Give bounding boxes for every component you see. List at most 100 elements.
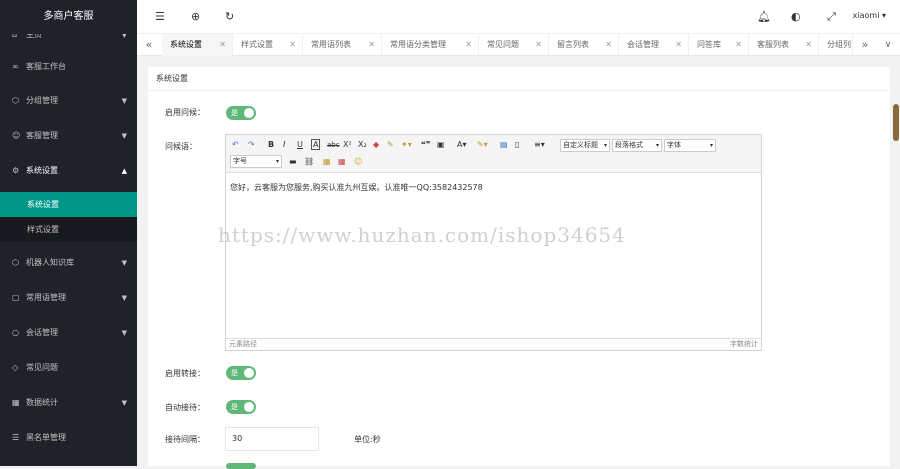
emoji-icon[interactable]: ☺ <box>354 156 362 168</box>
highlight-icon[interactable]: ✎▾ <box>477 139 488 151</box>
format-brush-icon[interactable]: ✎ <box>387 139 394 151</box>
chart-icon: ▦ <box>12 398 20 407</box>
font-color-icon[interactable]: A▾ <box>457 139 467 151</box>
sidebar-sub-style-settings[interactable]: 样式设置 <box>0 217 137 242</box>
sidebar-item-phrases[interactable]: ▢ 常用语管理 ▼ <box>0 281 137 315</box>
tab-system-settings[interactable]: 系统设置 ✕ <box>162 34 233 56</box>
multi-image-icon[interactable]: ▦ <box>338 156 346 168</box>
close-icon[interactable]: ✕ <box>605 34 612 56</box>
tab-messages[interactable]: 留言列表 ✕ <box>549 34 619 56</box>
scrollbar-thumb[interactable] <box>893 104 899 141</box>
greeting-enable-label: 启用问候： <box>165 108 205 117</box>
border-icon[interactable]: A <box>311 139 321 150</box>
tab-faq[interactable]: 常见问题 ✕ <box>479 34 549 56</box>
select-all-icon[interactable]: ▤ <box>500 139 508 151</box>
box-icon: ⬡ <box>12 258 19 267</box>
tab-qa[interactable]: 问答库 ✕ <box>689 34 749 56</box>
chevron-down-icon: ▾ <box>603 142 607 149</box>
close-icon[interactable]: ✕ <box>805 34 812 56</box>
interval-input[interactable]: 30 <box>225 427 319 451</box>
tab-phrase-list[interactable]: 常用语列表 ✕ <box>303 34 382 56</box>
sidebar: 多商户客服 ⌂主页▼ 多商户客服 ∞客服工作台 ⬡分组管理▼ ☺客服管理▼ ⚙系… <box>0 0 137 466</box>
superscript-icon[interactable]: X² <box>343 139 352 151</box>
chevron-down-icon: ▼ <box>121 329 127 337</box>
close-icon[interactable]: ✕ <box>535 34 542 56</box>
shield-icon: ◇ <box>12 363 19 372</box>
globe-icon[interactable]: ⊕ <box>191 10 200 23</box>
tabs-bar: « 系统设置 ✕ 样式设置 ✕ 常用语列表 ✕ 常用语分类管理 ✕ 常见问题 ✕ 留言列表… <box>137 34 900 56</box>
fullscreen-icon[interactable]: ⤢ <box>827 10 836 24</box>
close-icon[interactable]: ✕ <box>289 34 296 56</box>
bell-icon[interactable]: 🔔︎ <box>757 10 771 23</box>
chevron-down-icon: ▼ <box>121 259 127 267</box>
strikethrough-icon[interactable]: abc <box>327 139 340 151</box>
chevron-down-icon: ▾ <box>655 142 659 149</box>
font-select[interactable]: 字体 ▾ <box>664 139 716 152</box>
paragraph-select[interactable]: 段落格式 ▾ <box>612 139 662 152</box>
watermark: https://www.huzhan.com/ishop34654 <box>218 223 626 247</box>
image-icon[interactable]: ▦ <box>323 156 331 168</box>
tab-phrase-category[interactable]: 常用语分类管理 ✕ <box>382 34 479 56</box>
editor-content[interactable]: 您好，云客服为您服务,购买认准九州互娱。认准唯一QQ:3582432578 <box>230 182 483 193</box>
interval-unit: 单位:秒 <box>354 435 381 444</box>
editor-footer: 元素路径 字数统计 <box>226 338 761 350</box>
gear-icon: ⚙ <box>12 166 20 175</box>
user-menu[interactable]: xiaomi ▾ <box>853 11 886 20</box>
close-icon[interactable]: ✕ <box>219 34 226 56</box>
sidebar-item-faq[interactable]: ◇ 常见问题 <box>0 351 137 385</box>
redo-icon[interactable]: ↷ <box>248 139 255 151</box>
menu-collapse-icon[interactable]: ☰ <box>155 10 165 23</box>
tabs-next-icon[interactable]: » <box>853 34 877 56</box>
transfer-switch[interactable]: 是 <box>226 366 256 380</box>
horizontal-rule-icon[interactable]: ▬ <box>289 156 297 168</box>
doc-icon: ▢ <box>12 293 20 302</box>
undo-icon[interactable]: ↶ <box>232 139 239 151</box>
tab-agent-list[interactable]: 客服列表 ✕ <box>749 34 819 56</box>
sidebar-item-workbench[interactable]: ∞ 客服工作台 <box>0 50 137 84</box>
transfer-label: 启用转接： <box>165 369 205 378</box>
tab-group-list[interactable]: 分组列 <box>819 34 853 56</box>
chevron-down-icon: ▼ <box>121 399 127 407</box>
editor-toolbar: ↶ ↷ B I U A abc X² X₂ ◆ ✎ ✦▾ ❝❞ ▣ A▾ ✎▾ … <box>226 135 761 173</box>
sidebar-item-robot[interactable]: ⬡ 机器人知识库 ▼ <box>0 246 137 280</box>
font-size-select[interactable]: 字号 ▾ <box>230 155 282 168</box>
tabs-prev-icon[interactable]: « <box>137 34 161 56</box>
close-icon[interactable]: ✕ <box>368 34 375 56</box>
quote-icon[interactable]: ❝❞ <box>421 139 430 151</box>
tabs-menu-icon[interactable]: ∨ <box>876 34 900 56</box>
link-icon[interactable]: ⛓ <box>304 156 314 168</box>
sidebar-sub-system-settings[interactable]: 系统设置 <box>0 192 137 217</box>
clear-doc-icon[interactable]: ▯ <box>515 139 519 151</box>
eraser-icon[interactable]: ◆ <box>373 139 379 151</box>
app-brand-overlay: 多商户客服 <box>0 0 137 34</box>
paste-icon[interactable]: ▣ <box>437 139 445 151</box>
auto-accept-switch[interactable]: 是 <box>226 400 256 414</box>
bold-icon[interactable]: B <box>268 139 274 151</box>
theme-icon[interactable]: ◐ <box>791 10 801 23</box>
sidebar-item-stats[interactable]: ▦ 数据统计 ▼ <box>0 386 137 420</box>
panel-title: 系统设置 <box>148 67 890 91</box>
close-icon[interactable]: ✕ <box>465 34 472 56</box>
word-count: 字数统计 <box>730 340 758 348</box>
sidebar-item-groups[interactable]: ⬡ 分组管理 ▼ <box>0 84 137 118</box>
greeting-enable-switch[interactable]: 是 <box>226 106 256 120</box>
refresh-icon[interactable]: ↻ <box>225 10 234 23</box>
sidebar-item-sessions[interactable]: ○ 会话管理 ▼ <box>0 316 137 350</box>
chevron-down-icon: ▼ <box>121 294 127 302</box>
sidebar-item-blacklist[interactable]: ☰ 黑名单管理 <box>0 421 137 455</box>
next-switch[interactable] <box>226 463 256 469</box>
box-icon: ⬡ <box>12 96 19 105</box>
italic-icon[interactable]: I <box>283 139 285 151</box>
subscript-icon[interactable]: X₂ <box>358 139 367 151</box>
sidebar-item-settings[interactable]: ⚙ 系统设置 ▲ <box>0 154 137 188</box>
tab-sessions[interactable]: 会话管理 ✕ <box>619 34 689 56</box>
greeting-label: 问候语： <box>165 142 197 151</box>
tab-style-settings[interactable]: 样式设置 ✕ <box>233 34 303 56</box>
auto-format-icon[interactable]: ✦▾ <box>401 139 412 151</box>
underline-icon[interactable]: U <box>297 139 303 151</box>
line-height-icon[interactable]: ≡▾ <box>534 139 545 151</box>
close-icon[interactable]: ✕ <box>675 34 682 56</box>
close-icon[interactable]: ✕ <box>735 34 742 56</box>
heading-select[interactable]: 自定义标题 ▾ <box>560 139 610 152</box>
sidebar-item-agents[interactable]: ☺ 客服管理 ▼ <box>0 119 137 153</box>
